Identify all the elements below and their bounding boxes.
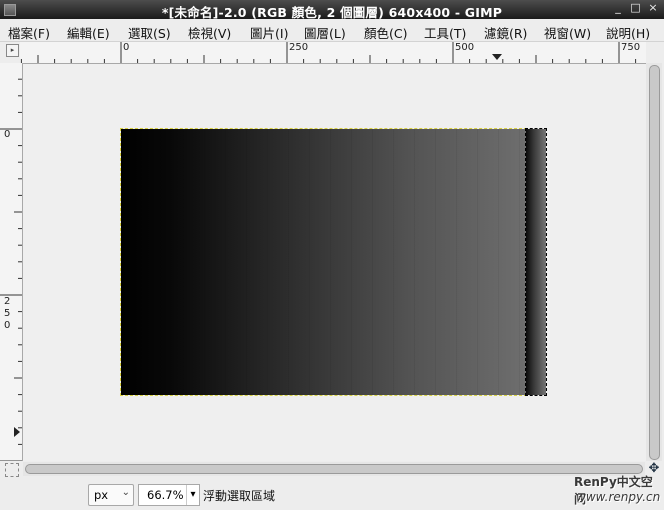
menu-filters[interactable]: 濾鏡(R) [484,23,527,42]
ruler-corner-icon[interactable]: ▸ [6,44,19,57]
status-message: 浮動選取區域 [203,489,276,503]
menu-windows[interactable]: 視窗(W) [544,23,591,42]
title-bar: *[未命名]-2.0 (RGB 顏色, 2 個圖層) 640x400 - GIM… [0,0,664,20]
vruler-label-250-d1: 2 [4,296,11,307]
menu-edit[interactable]: 編輯(E) [67,23,110,42]
menu-view[interactable]: 檢視(V) [188,23,231,42]
watermark-line2: www.renpy.cn [576,490,661,504]
floating-selection-border [525,128,547,396]
horizontal-ruler-ticks [20,42,637,63]
horizontal-scrollbar[interactable] [23,462,645,476]
minimize-button[interactable]: _ [611,1,625,14]
unit-selector[interactable]: px ⌄ [88,484,134,506]
vertical-ruler[interactable]: 0 2 5 0 [0,63,23,461]
vruler-label-0: 0 [4,129,11,140]
horizontal-scroll-thumb[interactable] [25,464,643,474]
vertical-scroll-thumb[interactable] [649,65,660,460]
menu-image[interactable]: 圖片(I) [250,23,288,42]
horizontal-ruler[interactable]: 0 250 500 750 [20,42,646,64]
vertical-scrollbar[interactable] [646,63,662,461]
chevron-down-icon: ⌄ [121,487,130,498]
close-button[interactable]: × [646,1,660,14]
vruler-label-250-d2: 5 [4,308,11,319]
vruler-label-250-d3: 0 [4,320,11,331]
menu-help[interactable]: 說明(H) [606,23,650,42]
ruler-label-0: 0 [123,42,130,53]
ruler-pointer-icon [492,54,502,60]
chevron-down-icon[interactable]: ▾ [186,485,199,505]
maximize-button[interactable]: □ [629,1,643,14]
ruler-label-750: 750 [621,42,641,53]
ruler-label-250: 250 [289,42,309,53]
quick-mask-icon[interactable] [5,463,19,477]
zoom-selector[interactable]: 66.7% ▾ [138,484,200,506]
vruler-pointer-icon [14,427,20,437]
zoom-value: 66.7% [147,488,184,502]
menu-colors[interactable]: 顏色(C) [364,23,407,42]
ruler-label-500: 500 [455,42,475,53]
menu-bar: 檔案(F) 編輯(E) 選取(S) 檢視(V) 圖片(I) 圖層(L) 顏色(C… [0,19,664,42]
menu-tools[interactable]: 工具(T) [424,23,466,42]
layer-boundary [120,128,527,396]
window-controls: _ □ × [611,1,660,14]
unit-value: px [94,488,109,502]
menu-layer[interactable]: 圖層(L) [304,23,346,42]
menu-select[interactable]: 選取(S) [128,23,171,42]
menu-file[interactable]: 檔案(F) [8,23,50,42]
vertical-ruler-ticks [0,78,22,461]
